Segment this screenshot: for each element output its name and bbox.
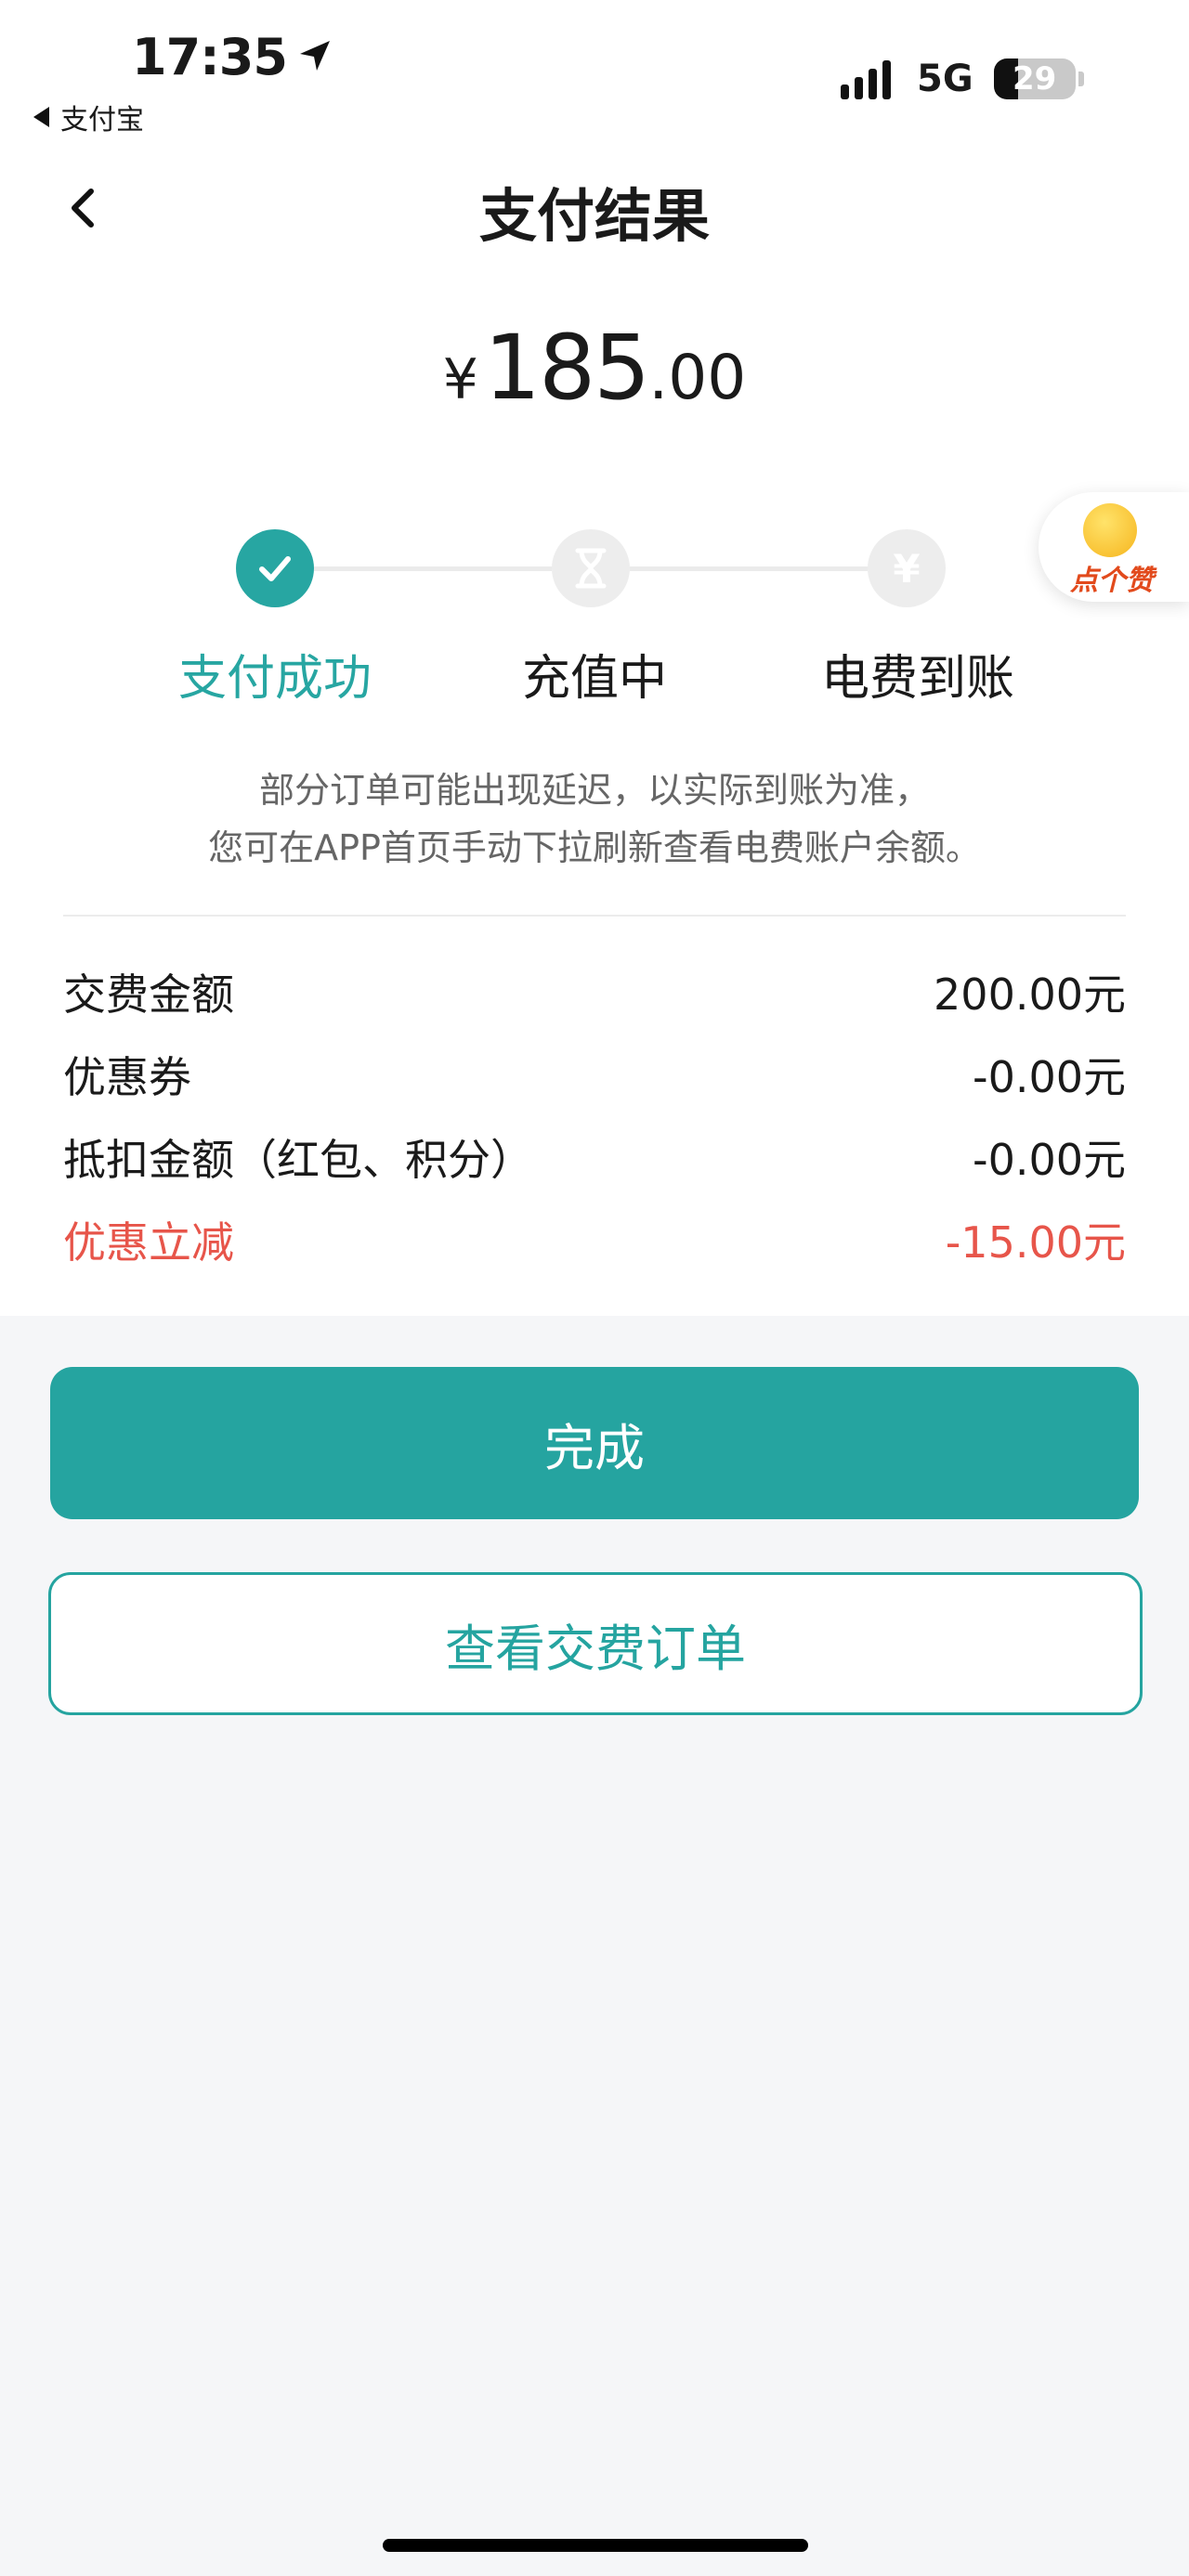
status-time: 17:35 (132, 28, 288, 86)
done-button[interactable]: 完成 (50, 1367, 1139, 1519)
battery-tip (1078, 72, 1084, 86)
step-yen-icon: ¥ (868, 529, 946, 607)
home-indicator[interactable] (383, 2539, 808, 2552)
step-label-paid: 支付成功 (177, 651, 372, 707)
detail-value: -15.00元 (945, 1217, 1126, 1268)
detail-label: 优惠立减 (63, 1217, 234, 1268)
detail-value: -0.00元 (972, 1135, 1126, 1185)
step-label-recharging: 充值中 (521, 651, 667, 707)
back-triangle-icon (33, 107, 49, 127)
battery-level: 29 (1013, 60, 1057, 98)
step-yen-glyph: ¥ (893, 545, 921, 592)
back-to-app-link[interactable]: 支付宝 (33, 97, 144, 137)
step-label-arrived: 电费到账 (820, 651, 1014, 707)
detail-label: 交费金额 (63, 969, 234, 1020)
battery-icon: 29 (993, 59, 1076, 99)
detail-row-coupon: 优惠券 -0.00元 (63, 1044, 1126, 1105)
step-connector-1 (314, 566, 552, 571)
divider (63, 915, 1126, 917)
detail-row-deduction: 抵扣金额（红包、积分） -0.00元 (63, 1126, 1126, 1188)
detail-label: 优惠券 (63, 1052, 191, 1102)
step-hourglass-icon (552, 529, 630, 607)
amount-decimal: .00 (648, 342, 747, 413)
notice-line-1: 部分订单可能出现延迟，以实际到账为准， (258, 770, 930, 811)
detail-value: -0.00元 (972, 1052, 1126, 1102)
status-right-group: 5G 29 (841, 58, 1084, 100)
amount-integer: 185 (483, 316, 650, 420)
paid-amount: ¥ 185 .00 (0, 316, 1189, 420)
location-arrow-icon (296, 28, 333, 86)
network-type: 5G (917, 58, 973, 100)
detail-row-discount: 优惠立减 -15.00元 (63, 1209, 1126, 1270)
signal-icon (841, 59, 891, 99)
like-label: 点个赞 (1070, 565, 1154, 597)
like-widget[interactable]: 点个赞 (1039, 492, 1189, 602)
detail-value: 200.00元 (934, 969, 1126, 1020)
delay-notice: 部分订单可能出现延迟，以实际到账为准， 您可在APP首页手动下拉刷新查看电费账户… (0, 761, 1189, 877)
step-connector-2 (630, 566, 868, 571)
smiley-icon (1083, 503, 1137, 557)
view-orders-button[interactable]: 查看交费订单 (48, 1572, 1143, 1715)
step-done-check-icon (236, 529, 314, 607)
page-title: 支付结果 (478, 182, 710, 250)
result-panel: 17:35 支付宝 5G 29 支付结果 ¥ 185 .00 ¥ 支付成功 充值… (0, 0, 1189, 1316)
status-time-group: 17:35 (132, 28, 333, 86)
currency-symbol: ¥ (442, 347, 478, 412)
detail-label: 抵扣金额（红包、积分） (63, 1135, 533, 1185)
back-app-label: 支付宝 (60, 104, 144, 137)
detail-row-payment: 交费金额 200.00元 (63, 961, 1126, 1022)
notice-line-2: 您可在APP首页手动下拉刷新查看电费账户余额。 (208, 827, 981, 868)
